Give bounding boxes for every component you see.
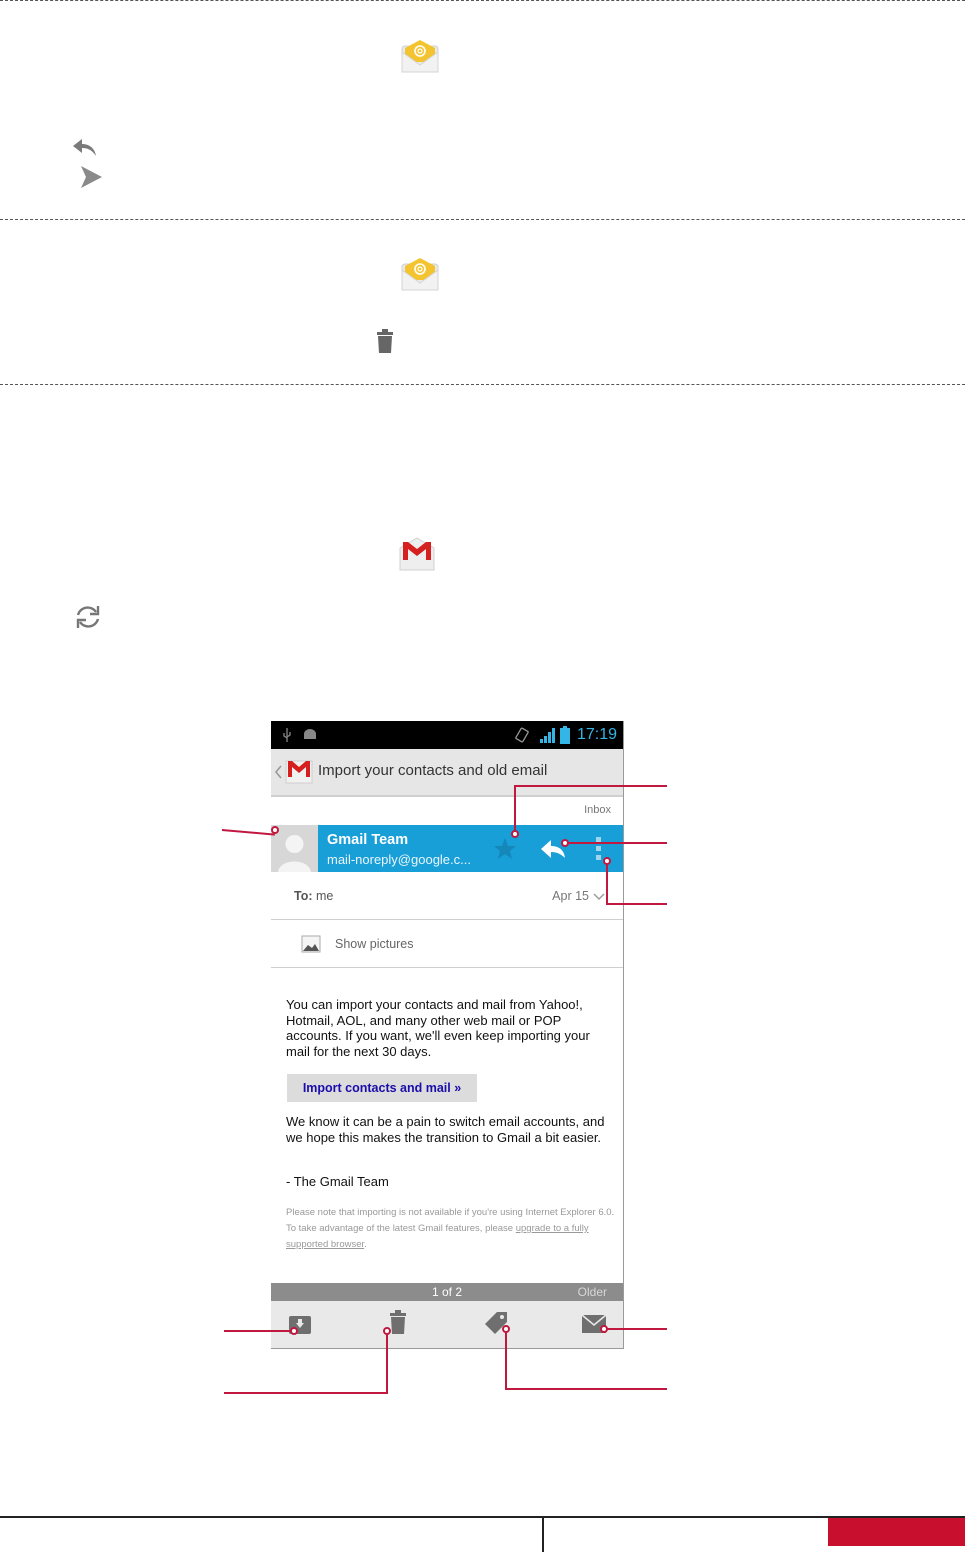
gmail-screenshot: 17:19 Import your contacts and old email… bbox=[271, 721, 624, 1349]
callout-line-star bbox=[515, 785, 667, 787]
callout-dot-delete bbox=[383, 1327, 391, 1335]
callout-dot-archive bbox=[290, 1327, 298, 1335]
image-icon bbox=[301, 935, 321, 953]
callout-line-reply bbox=[566, 842, 667, 844]
callout-line-delete bbox=[224, 1392, 388, 1394]
bottom-toolbar bbox=[271, 1301, 623, 1348]
to-label: To: bbox=[294, 889, 313, 903]
callout-line-menu-vertical bbox=[606, 862, 608, 905]
star-icon[interactable] bbox=[493, 837, 517, 861]
recipient-row: To: me Apr 15 bbox=[271, 872, 623, 920]
vibrate-icon bbox=[515, 727, 529, 743]
sync-icon bbox=[76, 606, 100, 628]
import-contacts-button[interactable]: Import contacts and mail » bbox=[287, 1074, 477, 1102]
callout-line-labels-vertical bbox=[505, 1332, 507, 1390]
callout-line-avatar bbox=[221, 829, 275, 836]
email-subject: Import your contacts and old email bbox=[318, 762, 548, 779]
pager-bar: 1 of 2 Older bbox=[271, 1283, 623, 1301]
to-line: To: me bbox=[294, 889, 333, 903]
callout-line-labels bbox=[505, 1388, 667, 1390]
email-date: Apr 15 bbox=[552, 889, 589, 903]
sender-header: Gmail Team mail-noreply@google.c... bbox=[271, 825, 623, 872]
overflow-menu-icon[interactable] bbox=[596, 837, 602, 861]
footer-separator bbox=[542, 1516, 544, 1552]
gmail-app-icon bbox=[399, 537, 435, 571]
delete-icon[interactable] bbox=[388, 1309, 408, 1335]
callout-dot-avatar bbox=[271, 826, 279, 834]
action-bar: Import your contacts and old email bbox=[271, 749, 623, 797]
to-value: me bbox=[316, 889, 334, 903]
callout-dot-unread bbox=[600, 1325, 608, 1333]
callout-dot-menu bbox=[603, 857, 611, 865]
browser-note: Please note that importing is not availa… bbox=[286, 1205, 616, 1253]
battery-icon bbox=[560, 726, 570, 744]
status-bar: 17:19 bbox=[271, 721, 623, 749]
callout-line-star-vertical bbox=[514, 785, 516, 833]
dashed-divider-top bbox=[0, 0, 965, 1]
show-pictures-label: Show pictures bbox=[335, 937, 414, 951]
show-pictures-row[interactable]: Show pictures bbox=[271, 920, 623, 968]
older-link[interactable]: Older bbox=[578, 1285, 607, 1299]
reply-icon bbox=[73, 139, 96, 156]
email-app-icon bbox=[401, 40, 439, 73]
browser-note-end: . bbox=[364, 1239, 367, 1250]
callout-dot-labels bbox=[502, 1325, 510, 1333]
status-clock: 17:19 bbox=[576, 726, 617, 743]
callout-line-unread bbox=[605, 1328, 667, 1330]
sender-address: mail-noreply@google.c... bbox=[327, 852, 471, 867]
email-app-icon-2 bbox=[401, 258, 439, 291]
callout-line-menu bbox=[606, 903, 667, 905]
callout-line-archive bbox=[224, 1330, 294, 1332]
email-body-paragraph-1: You can import your contacts and mail fr… bbox=[286, 997, 590, 1059]
callout-dot-reply bbox=[561, 839, 569, 847]
footer-page-tab bbox=[828, 1518, 965, 1546]
usb-icon bbox=[283, 728, 291, 742]
email-body-paragraph-2: We know it can be a pain to switch email… bbox=[286, 1114, 605, 1145]
email-signature: - The Gmail Team bbox=[286, 1174, 389, 1189]
signal-icon bbox=[540, 728, 555, 743]
sender-name: Gmail Team bbox=[327, 832, 409, 848]
android-icon bbox=[304, 729, 316, 739]
folder-label: Inbox bbox=[584, 804, 611, 816]
gmail-logo-icon[interactable] bbox=[285, 757, 313, 785]
callout-dot-star bbox=[511, 830, 519, 838]
callout-line-delete-vertical bbox=[386, 1332, 388, 1394]
dashed-divider-middle bbox=[0, 219, 965, 220]
footer-rule bbox=[0, 1516, 965, 1518]
chevron-down-icon[interactable] bbox=[593, 893, 605, 901]
pager-count: 1 of 2 bbox=[431, 1285, 463, 1299]
dashed-divider-lower bbox=[0, 384, 965, 385]
back-chevron-icon[interactable] bbox=[274, 765, 282, 779]
trash-icon bbox=[377, 329, 393, 353]
send-icon bbox=[81, 166, 102, 188]
